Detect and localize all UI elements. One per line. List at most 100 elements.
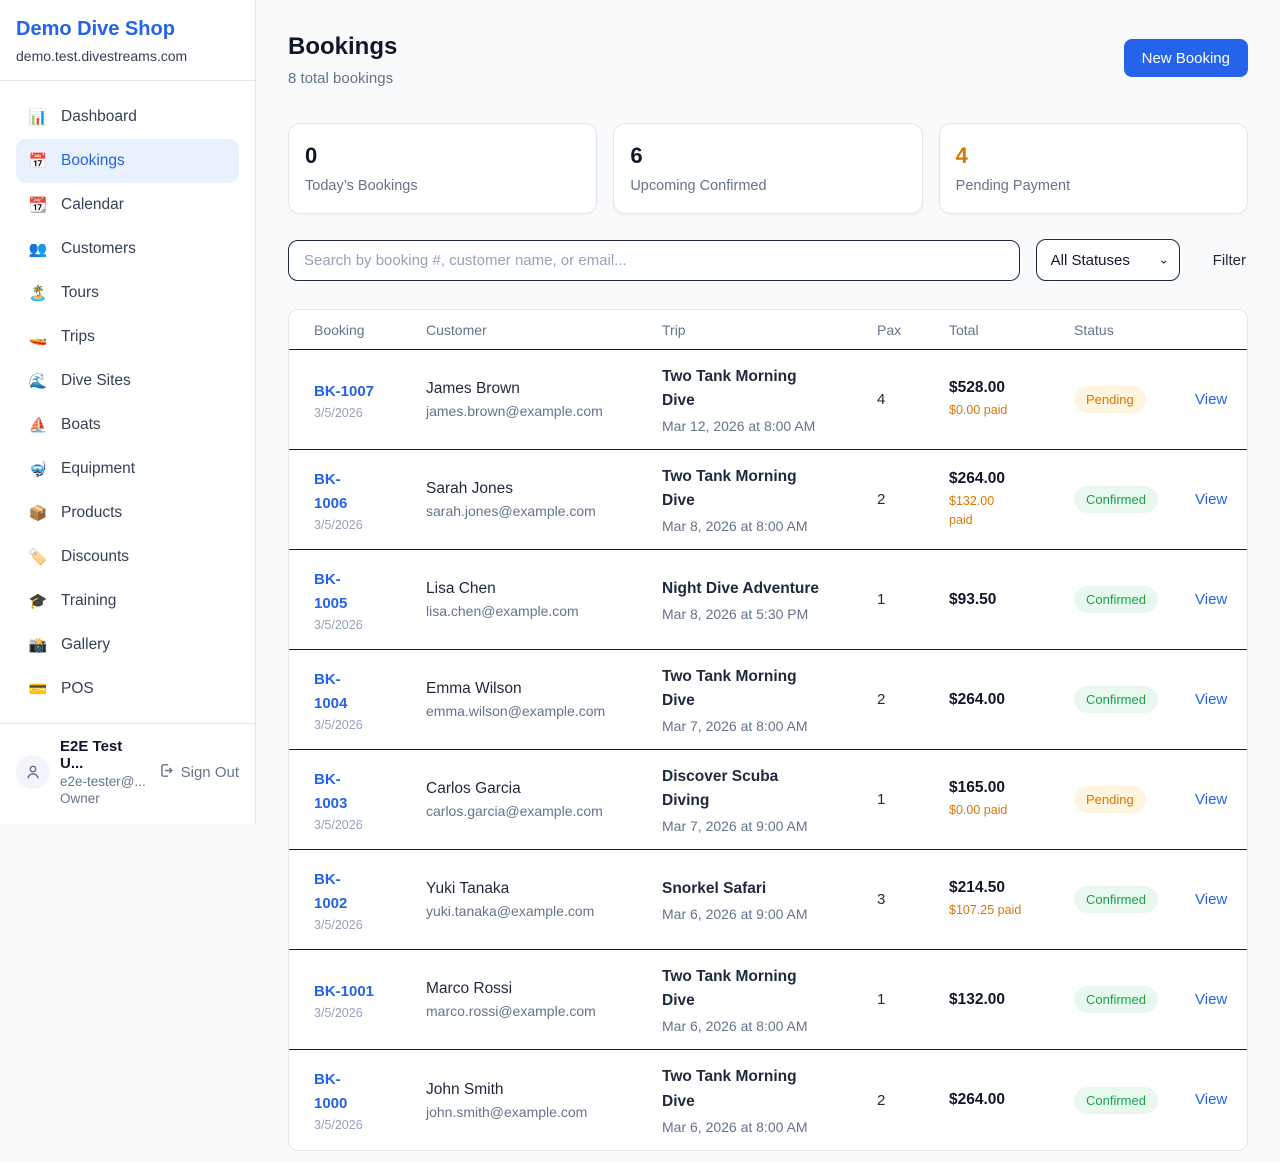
total-amount: $264.00: [949, 1091, 1064, 1109]
booking-date: 3/5/2026: [314, 1006, 416, 1020]
sidebar-item-tours[interactable]: 🏝️ Tours: [16, 271, 239, 315]
package-icon: 📦: [28, 504, 48, 522]
paid-amount: $107.25 paid: [949, 901, 1064, 920]
sidebar-item-trips[interactable]: 🚤 Trips: [16, 315, 239, 359]
bookings-table: Booking Customer Trip Pax Total Status B…: [288, 309, 1248, 1151]
booking-id-link[interactable]: BK- 1002: [314, 868, 347, 916]
sailboat-icon: ⛵: [28, 416, 48, 434]
col-header-pax: Pax: [877, 322, 949, 338]
sidebar-item-bookings[interactable]: 📅 Bookings: [16, 139, 239, 183]
sidebar-user-panel: E2E Test U... e2e-tester@... Owner Sign …: [0, 723, 255, 824]
sidebar-header: Demo Dive Shop demo.test.divestreams.com: [0, 0, 255, 81]
sidebar-item-training[interactable]: 🎓 Training: [16, 579, 239, 623]
booking-date: 3/5/2026: [314, 406, 416, 420]
sidebar-item-label: Equipment: [61, 460, 135, 478]
booking-date: 3/5/2026: [314, 1118, 416, 1132]
booking-id-link[interactable]: BK-1001: [314, 980, 374, 1004]
customer-name: Lisa Chen: [426, 580, 652, 598]
view-link[interactable]: View: [1195, 591, 1227, 608]
trip-name: Night Dive Adventure: [662, 577, 867, 601]
booking-date: 3/5/2026: [314, 918, 416, 932]
page-title: Bookings: [288, 33, 397, 61]
customer-email: sarah.jones@example.com: [426, 503, 652, 519]
table-row: BK- 1005 3/5/2026 Lisa Chen lisa.chen@ex…: [289, 550, 1247, 650]
trip-datetime: Mar 7, 2026 at 8:00 AM: [662, 718, 867, 734]
status-badge: Confirmed: [1074, 986, 1158, 1013]
sidebar-item-label: Training: [61, 592, 116, 610]
tag-icon: 🏷️: [28, 548, 48, 566]
view-link[interactable]: View: [1195, 791, 1227, 808]
paid-amount: $0.00 paid: [949, 801, 1064, 820]
view-link[interactable]: View: [1195, 491, 1227, 508]
trip-name: Two Tank Morning Dive: [662, 965, 867, 1013]
sidebar-item-gallery[interactable]: 📸 Gallery: [16, 623, 239, 667]
view-link[interactable]: View: [1195, 1091, 1227, 1108]
booking-id-link[interactable]: BK- 1004: [314, 668, 347, 716]
sign-out-button[interactable]: Sign Out: [157, 762, 239, 783]
sidebar-item-boats[interactable]: ⛵ Boats: [16, 403, 239, 447]
customer-name: James Brown: [426, 380, 652, 398]
sidebar-item-label: Dive Sites: [61, 372, 131, 390]
stat-card-todays-bookings: 0 Today’s Bookings: [288, 123, 597, 214]
sidebar-item-discounts[interactable]: 🏷️ Discounts: [16, 535, 239, 579]
booking-id-link[interactable]: BK- 1000: [314, 1068, 347, 1116]
status-badge: Confirmed: [1074, 586, 1158, 613]
sidebar-item-dashboard[interactable]: 📊 Dashboard: [16, 95, 239, 139]
sidebar-item-customers[interactable]: 👥 Customers: [16, 227, 239, 271]
page-header: Bookings 8 total bookings New Booking: [288, 33, 1248, 87]
calendar-icon: 📅: [28, 152, 48, 170]
sidebar-item-calendar[interactable]: 📆 Calendar: [16, 183, 239, 227]
booking-id-link[interactable]: BK- 1005: [314, 568, 347, 616]
total-amount: $132.00: [949, 991, 1064, 1009]
new-booking-button[interactable]: New Booking: [1124, 39, 1248, 77]
user-email: e2e-tester@...: [60, 774, 147, 789]
status-badge: Confirmed: [1074, 1087, 1158, 1114]
view-link[interactable]: View: [1195, 891, 1227, 908]
customer-email: james.brown@example.com: [426, 403, 652, 419]
col-header-customer: Customer: [426, 322, 662, 338]
filter-row: All Statuses ⌄ Filter: [288, 239, 1248, 281]
customer-email: emma.wilson@example.com: [426, 703, 652, 719]
stats-row: 0 Today’s Bookings 6 Upcoming Confirmed …: [288, 123, 1248, 214]
shop-name: Demo Dive Shop: [16, 18, 239, 41]
status-badge: Pending: [1074, 386, 1146, 413]
booking-id-link[interactable]: BK- 1006: [314, 468, 347, 516]
table-row: BK- 1006 3/5/2026 Sarah Jones sarah.jone…: [289, 450, 1247, 550]
booking-id-link[interactable]: BK- 1003: [314, 768, 347, 816]
speedboat-icon: 🚤: [28, 328, 48, 346]
filter-button[interactable]: Filter: [1213, 252, 1246, 269]
sidebar-item-products[interactable]: 📦 Products: [16, 491, 239, 535]
view-link[interactable]: View: [1195, 991, 1227, 1008]
view-link[interactable]: View: [1195, 691, 1227, 708]
booking-id-link[interactable]: BK-1007: [314, 380, 374, 404]
paid-amount: $132.00 paid: [949, 492, 1064, 530]
sidebar-item-label: Customers: [61, 240, 136, 258]
status-select[interactable]: All Statuses: [1036, 239, 1180, 281]
trip-name: Discover Scuba Diving: [662, 765, 867, 813]
stat-value: 6: [630, 143, 905, 169]
col-header-booking: Booking: [314, 322, 426, 338]
camera-icon: 📸: [28, 636, 48, 654]
sidebar-item-label: Calendar: [61, 196, 124, 214]
trip-datetime: Mar 6, 2026 at 8:00 AM: [662, 1119, 867, 1135]
customer-email: yuki.tanaka@example.com: [426, 903, 652, 919]
paid-amount: $0.00 paid: [949, 401, 1064, 420]
sidebar-item-equipment[interactable]: 🤿 Equipment: [16, 447, 239, 491]
table-row: BK- 1003 3/5/2026 Carlos Garcia carlos.g…: [289, 750, 1247, 850]
sign-out-icon: [157, 762, 174, 783]
sidebar-item-dive-sites[interactable]: 🌊 Dive Sites: [16, 359, 239, 403]
sidebar-item-label: Dashboard: [61, 108, 137, 126]
stat-label: Upcoming Confirmed: [630, 178, 905, 194]
wave-icon: 🌊: [28, 372, 48, 390]
user-avatar: [16, 755, 50, 789]
sign-out-label: Sign Out: [181, 764, 239, 781]
view-link[interactable]: View: [1195, 391, 1227, 408]
graduation-cap-icon: 🎓: [28, 592, 48, 610]
search-input[interactable]: [288, 240, 1020, 281]
sidebar-item-pos[interactable]: 💳 POS: [16, 667, 239, 711]
trip-datetime: Mar 6, 2026 at 8:00 AM: [662, 1018, 867, 1034]
booking-date: 3/5/2026: [314, 518, 416, 532]
trip-datetime: Mar 7, 2026 at 9:00 AM: [662, 818, 867, 834]
people-icon: 👥: [28, 240, 48, 258]
customer-name: Sarah Jones: [426, 480, 652, 498]
